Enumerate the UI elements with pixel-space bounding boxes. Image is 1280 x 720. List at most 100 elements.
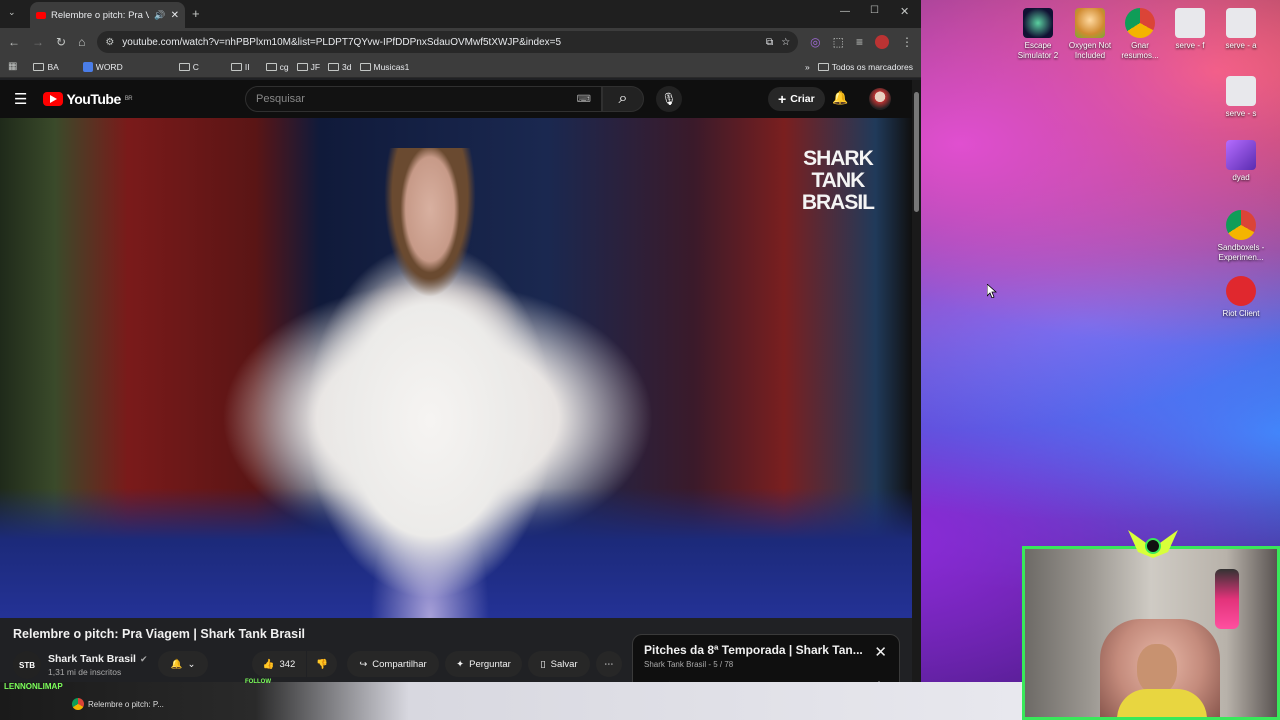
search-icon: ⌕ [618, 90, 628, 107]
chat-username: LENNONLIMAP [4, 682, 63, 691]
folder-icon [178, 62, 190, 71]
subscribe-bell-button[interactable]: 🔔 ⌄ [158, 651, 208, 677]
extensions-puzzle-icon[interactable]: ⬚ [833, 35, 844, 49]
channel-name[interactable]: Shark Tank Brasil [48, 653, 136, 665]
game-icon [1075, 8, 1105, 38]
back-icon[interactable]: ← [8, 35, 20, 49]
bookmark-folder-jf[interactable]: JF [296, 62, 320, 72]
playlist-subtitle: Shark Tank Brasil - 5 / 78 [644, 660, 734, 669]
channel-info: Shark Tank Brasil ✔ 1,31 mi de inscritos [48, 653, 147, 677]
youtube-favicon-icon [36, 11, 46, 19]
install-icon[interactable]: ⧉ [766, 37, 773, 48]
tab-search-icon[interactable]: ⌄ [8, 7, 16, 18]
video-frame-presenter [240, 148, 620, 618]
folder-icon [33, 62, 45, 71]
bookmark-folder-ba[interactable]: BA [33, 62, 59, 72]
chevron-down-icon: ⌄ [187, 658, 196, 670]
bell-icon: 🔔 [170, 658, 183, 670]
scrollbar-thumb[interactable] [914, 92, 919, 212]
close-playlist-icon[interactable]: ✕ [874, 643, 887, 661]
desktop-icon-sandboxels[interactable]: Sandboxels - Experimen... [1215, 210, 1267, 263]
share-button[interactable]: ↪ Compartilhar [347, 651, 439, 677]
media-control-icon[interactable]: ≡ [856, 35, 863, 49]
chrome-icon [1125, 8, 1155, 38]
account-avatar[interactable] [869, 88, 891, 110]
desktop-icon-serve-f[interactable]: serve - f [1164, 8, 1216, 51]
ask-button[interactable]: ✦ Perguntar [445, 651, 522, 677]
follow-label: FOLLOW [245, 679, 271, 685]
folder-icon [817, 62, 829, 71]
folder-icon [328, 62, 340, 71]
microphone-icon [1215, 569, 1239, 629]
keyboard-icon[interactable]: ⌨ [577, 94, 591, 105]
search-button[interactable]: ⌕ [602, 86, 644, 112]
stream-overlay-strip: LENNONLIMAP FOLLOW Relembre o pitch: P..… [0, 679, 1022, 720]
save-button[interactable]: ▯ Salvar [528, 651, 590, 677]
url-text: youtube.com/watch?v=nhPBPlxm10M&list=PLD… [122, 36, 562, 48]
reload-icon[interactable]: ↻ [56, 35, 66, 49]
playlist-title[interactable]: Pitches da 8ª Temporada | Shark Tan... [644, 643, 869, 657]
forward-icon[interactable]: → [32, 35, 44, 49]
riot-icon [1226, 276, 1256, 306]
more-bookmarks-icon[interactable]: » [805, 62, 810, 72]
bookmark-folder-c[interactable]: C [178, 62, 199, 72]
bookmark-folder-cg[interactable]: cg [265, 62, 289, 72]
extension-icon[interactable]: ◎ [810, 35, 820, 49]
profile-avatar[interactable] [875, 35, 889, 49]
bookmarks-bar: ▦ BA WORD C II cg JF 3d Musicas1 » Todos… [0, 56, 921, 78]
desktop-icon-serve-a[interactable]: serve - a [1215, 8, 1267, 51]
dislike-button[interactable]: 👎 [307, 651, 337, 677]
folder-icon [265, 62, 277, 71]
desktop-icon-escape-simulator[interactable]: Escape Simulator 2 [1012, 8, 1064, 61]
taskbar-item[interactable]: Relembre o pitch: P... [72, 698, 164, 710]
bookmark-folder-3d[interactable]: 3d [328, 62, 352, 72]
verified-icon: ✔ [139, 653, 148, 664]
new-tab-icon[interactable]: + [192, 6, 200, 21]
microphone-icon: 🎙 [661, 92, 677, 106]
home-icon[interactable]: ⌂ [78, 35, 85, 49]
streamer-shirt [1117, 689, 1207, 717]
speaker-icon[interactable]: 🔊 [154, 10, 165, 21]
webcam-badge-icon [1128, 530, 1178, 558]
file-icon [1226, 8, 1256, 38]
youtube-logo[interactable]: YouTube BR [43, 91, 133, 107]
maximize-icon[interactable]: ☐ [870, 5, 879, 16]
bookmark-word[interactable]: WORD [82, 61, 123, 72]
desktop-icon-oxygen-not-included[interactable]: Oxygen Not Included [1064, 8, 1116, 61]
create-button[interactable]: + Criar [768, 87, 825, 111]
bookmark-folder-ii[interactable]: II [230, 62, 250, 72]
webcam-overlay [1022, 546, 1280, 720]
share-icon: ↪ [359, 658, 368, 670]
youtube-header: ☰ YouTube BR Pesquisar ⌨ ⌕ 🎙 + Criar 🔔 [0, 80, 912, 118]
minimize-icon[interactable]: — [840, 6, 850, 17]
desktop-icon-serve-s[interactable]: serve - s [1215, 76, 1267, 119]
menu-dots-icon[interactable]: ⋮ [901, 35, 913, 49]
desktop-icon-gnar-resumos[interactable]: Gnar resumos... [1114, 8, 1166, 61]
all-bookmarks[interactable]: Todos os marcadores [817, 62, 913, 72]
channel-avatar[interactable]: STB [13, 651, 41, 679]
site-info-icon[interactable]: ⚙ [105, 37, 114, 48]
hamburger-menu-icon[interactable]: ☰ [14, 90, 27, 108]
shark-tank-logo: SHARK TANK BRASIL [801, 147, 875, 214]
close-tab-icon[interactable]: ✕ [171, 10, 179, 21]
voice-search-button[interactable]: 🎙 [656, 86, 682, 112]
bookmark-star-icon[interactable]: ☆ [781, 37, 790, 48]
plus-icon: + [778, 91, 787, 107]
address-bar[interactable]: ⚙ youtube.com/watch?v=nhPBPlxm10M&list=P… [97, 31, 799, 53]
more-actions-button[interactable]: ⋯ [596, 651, 622, 677]
like-button[interactable]: 👍 342 [252, 651, 306, 677]
browser-window: ⌄ Relembre o pitch: Pra Viagem 🔊 ✕ + — ☐… [0, 0, 921, 695]
desktop-icon-riot-client[interactable]: Riot Client [1215, 276, 1267, 319]
apps-grid-icon[interactable]: ▦ [8, 61, 17, 72]
more-dots-icon: ⋯ [604, 658, 614, 670]
video-player[interactable]: SHARK TANK BRASIL [0, 118, 912, 618]
close-window-icon[interactable]: ✕ [900, 5, 909, 18]
notifications-bell-icon[interactable]: 🔔 [832, 90, 848, 106]
tab-title: Relembre o pitch: Pra Viagem [51, 9, 150, 21]
bookmark-folder-musicas1[interactable]: Musicas1 [359, 62, 409, 72]
tab-active[interactable]: Relembre o pitch: Pra Viagem 🔊 ✕ [30, 2, 185, 28]
page-scrollbar[interactable] [912, 80, 921, 695]
desktop-icon-dyad[interactable]: dyad [1215, 140, 1267, 183]
file-icon [1226, 76, 1256, 106]
search-input[interactable]: Pesquisar ⌨ [245, 86, 602, 112]
